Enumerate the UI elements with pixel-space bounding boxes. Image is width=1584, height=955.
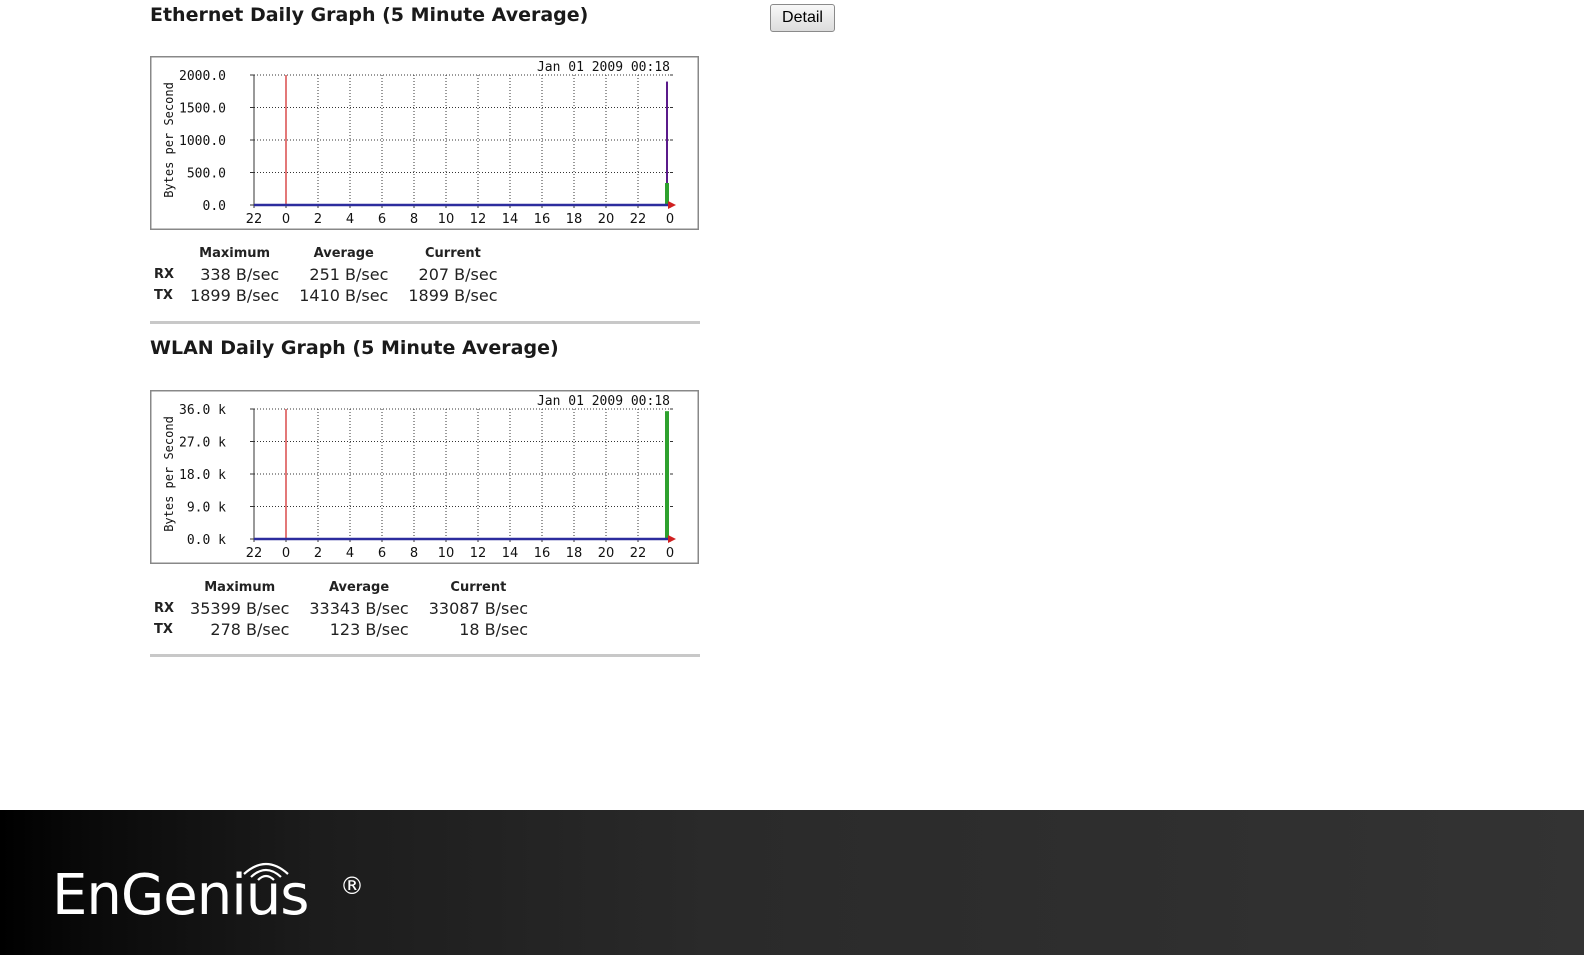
tx-label: TX	[154, 288, 173, 303]
y-tick-label: 0.0	[203, 199, 226, 214]
y-axis-label: Bytes per Second	[162, 82, 176, 198]
rx-current: 207 B/sec	[418, 265, 498, 284]
y-tick-label: 36.0 k	[179, 403, 226, 418]
y-tick-label: 1500.0	[179, 102, 226, 117]
stats-header-row: Maximum Average Current	[150, 246, 508, 264]
x-tick-label: 2	[314, 212, 322, 227]
tx-average: 123 B/sec	[329, 620, 409, 639]
rx-label: RX	[154, 601, 175, 616]
x-tick-label: 12	[470, 212, 487, 227]
tx-current: 18 B/sec	[459, 620, 529, 639]
tx-average: 1410 B/sec	[299, 286, 389, 305]
wlan-graph: Jan 01 2009 00:18 Bytes per Second 22 0 2 4 6 8…	[150, 390, 699, 564]
x-tick-label: 0	[282, 546, 290, 561]
rx-average: 33343 B/sec	[309, 599, 409, 618]
engenius-logo: EnGenius ®	[52, 852, 372, 932]
x-tick-label: 20	[598, 546, 615, 561]
x-tick-label: 8	[410, 546, 418, 561]
rx-average: 251 B/sec	[309, 265, 389, 284]
logo-wordmark: EnGenius	[52, 863, 309, 928]
x-tick-label: 22	[630, 546, 647, 561]
ethernet-stats-table: Maximum Average Current RX 338 B/sec 251…	[150, 246, 508, 306]
stats-row-rx: RX 35399 B/sec 33343 B/sec 33087 B/sec	[150, 598, 538, 619]
wlan-stats-table: Maximum Average Current RX 35399 B/sec 3…	[150, 580, 538, 640]
tx-label: TX	[154, 622, 173, 637]
x-tick-label: 6	[378, 212, 386, 227]
stats-header-average: Average	[313, 246, 374, 261]
stats-row-tx: TX 1899 B/sec 1410 B/sec 1899 B/sec	[150, 285, 508, 306]
rx-maximum: 338 B/sec	[200, 265, 280, 284]
x-tick-label: 4	[346, 212, 354, 227]
rx-current: 33087 B/sec	[428, 599, 529, 618]
ethernet-graph-svg: Jan 01 2009 00:18 Bytes per Second 22 0 2 4 6 8…	[150, 56, 699, 230]
section-divider	[150, 321, 700, 324]
stats-header-empty	[150, 246, 180, 264]
x-tick-label: 20	[598, 212, 615, 227]
stats-header-current: Current	[450, 580, 507, 595]
tx-current: 1899 B/sec	[408, 286, 498, 305]
y-tick-label: 9.0 k	[187, 501, 226, 516]
graph-frame	[150, 56, 699, 230]
x-tick-label: 0	[666, 212, 674, 227]
graph-timestamp: Jan 01 2009 00:18	[537, 394, 670, 409]
section-divider	[150, 654, 700, 657]
x-tick-label: 18	[566, 212, 583, 227]
x-tick-label: 16	[534, 212, 551, 227]
graph-frame	[150, 390, 699, 564]
tx-maximum: 278 B/sec	[210, 620, 290, 639]
stats-header-current: Current	[424, 246, 481, 261]
x-tick-label: 14	[502, 546, 519, 561]
x-tick-label: 22	[246, 546, 263, 561]
y-tick-label: 500.0	[187, 167, 226, 182]
stats-header-empty	[150, 580, 180, 598]
rx-label: RX	[154, 267, 175, 282]
x-tick-label: 8	[410, 212, 418, 227]
rx-series-bar	[665, 411, 669, 539]
graph-timestamp: Jan 01 2009 00:18	[537, 60, 670, 75]
ethernet-graph: Jan 01 2009 00:18 Bytes per Second 22 0 2 4 6 8…	[150, 56, 699, 230]
footer-bar: EnGenius ®	[0, 810, 1584, 955]
stats-row-tx: TX 278 B/sec 123 B/sec 18 B/sec	[150, 619, 538, 640]
x-tick-label: 12	[470, 546, 487, 561]
detail-button[interactable]: Detail	[770, 4, 835, 32]
wlan-graph-title: WLAN Daily Graph (5 Minute Average)	[150, 337, 559, 359]
stats-header-maximum: Maximum	[199, 246, 271, 261]
y-tick-label: 1000.0	[179, 134, 226, 149]
x-tick-label: 4	[346, 546, 354, 561]
x-tick-label: 22	[630, 212, 647, 227]
x-tick-label: 0	[282, 212, 290, 227]
x-tick-label: 6	[378, 546, 386, 561]
y-axis-label: Bytes per Second	[162, 416, 176, 532]
page: Ethernet Daily Graph (5 Minute Average) …	[0, 0, 1584, 955]
rx-maximum: 35399 B/sec	[190, 599, 290, 618]
stats-header-average: Average	[328, 580, 390, 595]
stats-row-rx: RX 338 B/sec 251 B/sec 207 B/sec	[150, 264, 508, 285]
y-tick-label: 27.0 k	[179, 436, 226, 451]
x-tick-label: 16	[534, 546, 551, 561]
y-tick-label: 2000.0	[179, 69, 226, 84]
x-tick-label: 14	[502, 212, 519, 227]
registered-mark: ®	[340, 872, 364, 900]
y-tick-label: 0.0 k	[187, 533, 226, 548]
wlan-graph-svg: Jan 01 2009 00:18 Bytes per Second 22 0 2 4 6 8…	[150, 390, 699, 564]
stats-header-maximum: Maximum	[204, 580, 276, 595]
stats-header-row: Maximum Average Current	[150, 580, 538, 598]
tx-maximum: 1899 B/sec	[190, 286, 280, 305]
x-tick-label: 10	[438, 212, 455, 227]
ethernet-graph-title: Ethernet Daily Graph (5 Minute Average)	[150, 4, 589, 26]
y-tick-label: 18.0 k	[179, 468, 226, 483]
x-tick-label: 0	[666, 546, 674, 561]
x-tick-label: 10	[438, 546, 455, 561]
x-tick-label: 2	[314, 546, 322, 561]
x-tick-label: 18	[566, 546, 583, 561]
x-tick-label: 22	[246, 212, 263, 227]
